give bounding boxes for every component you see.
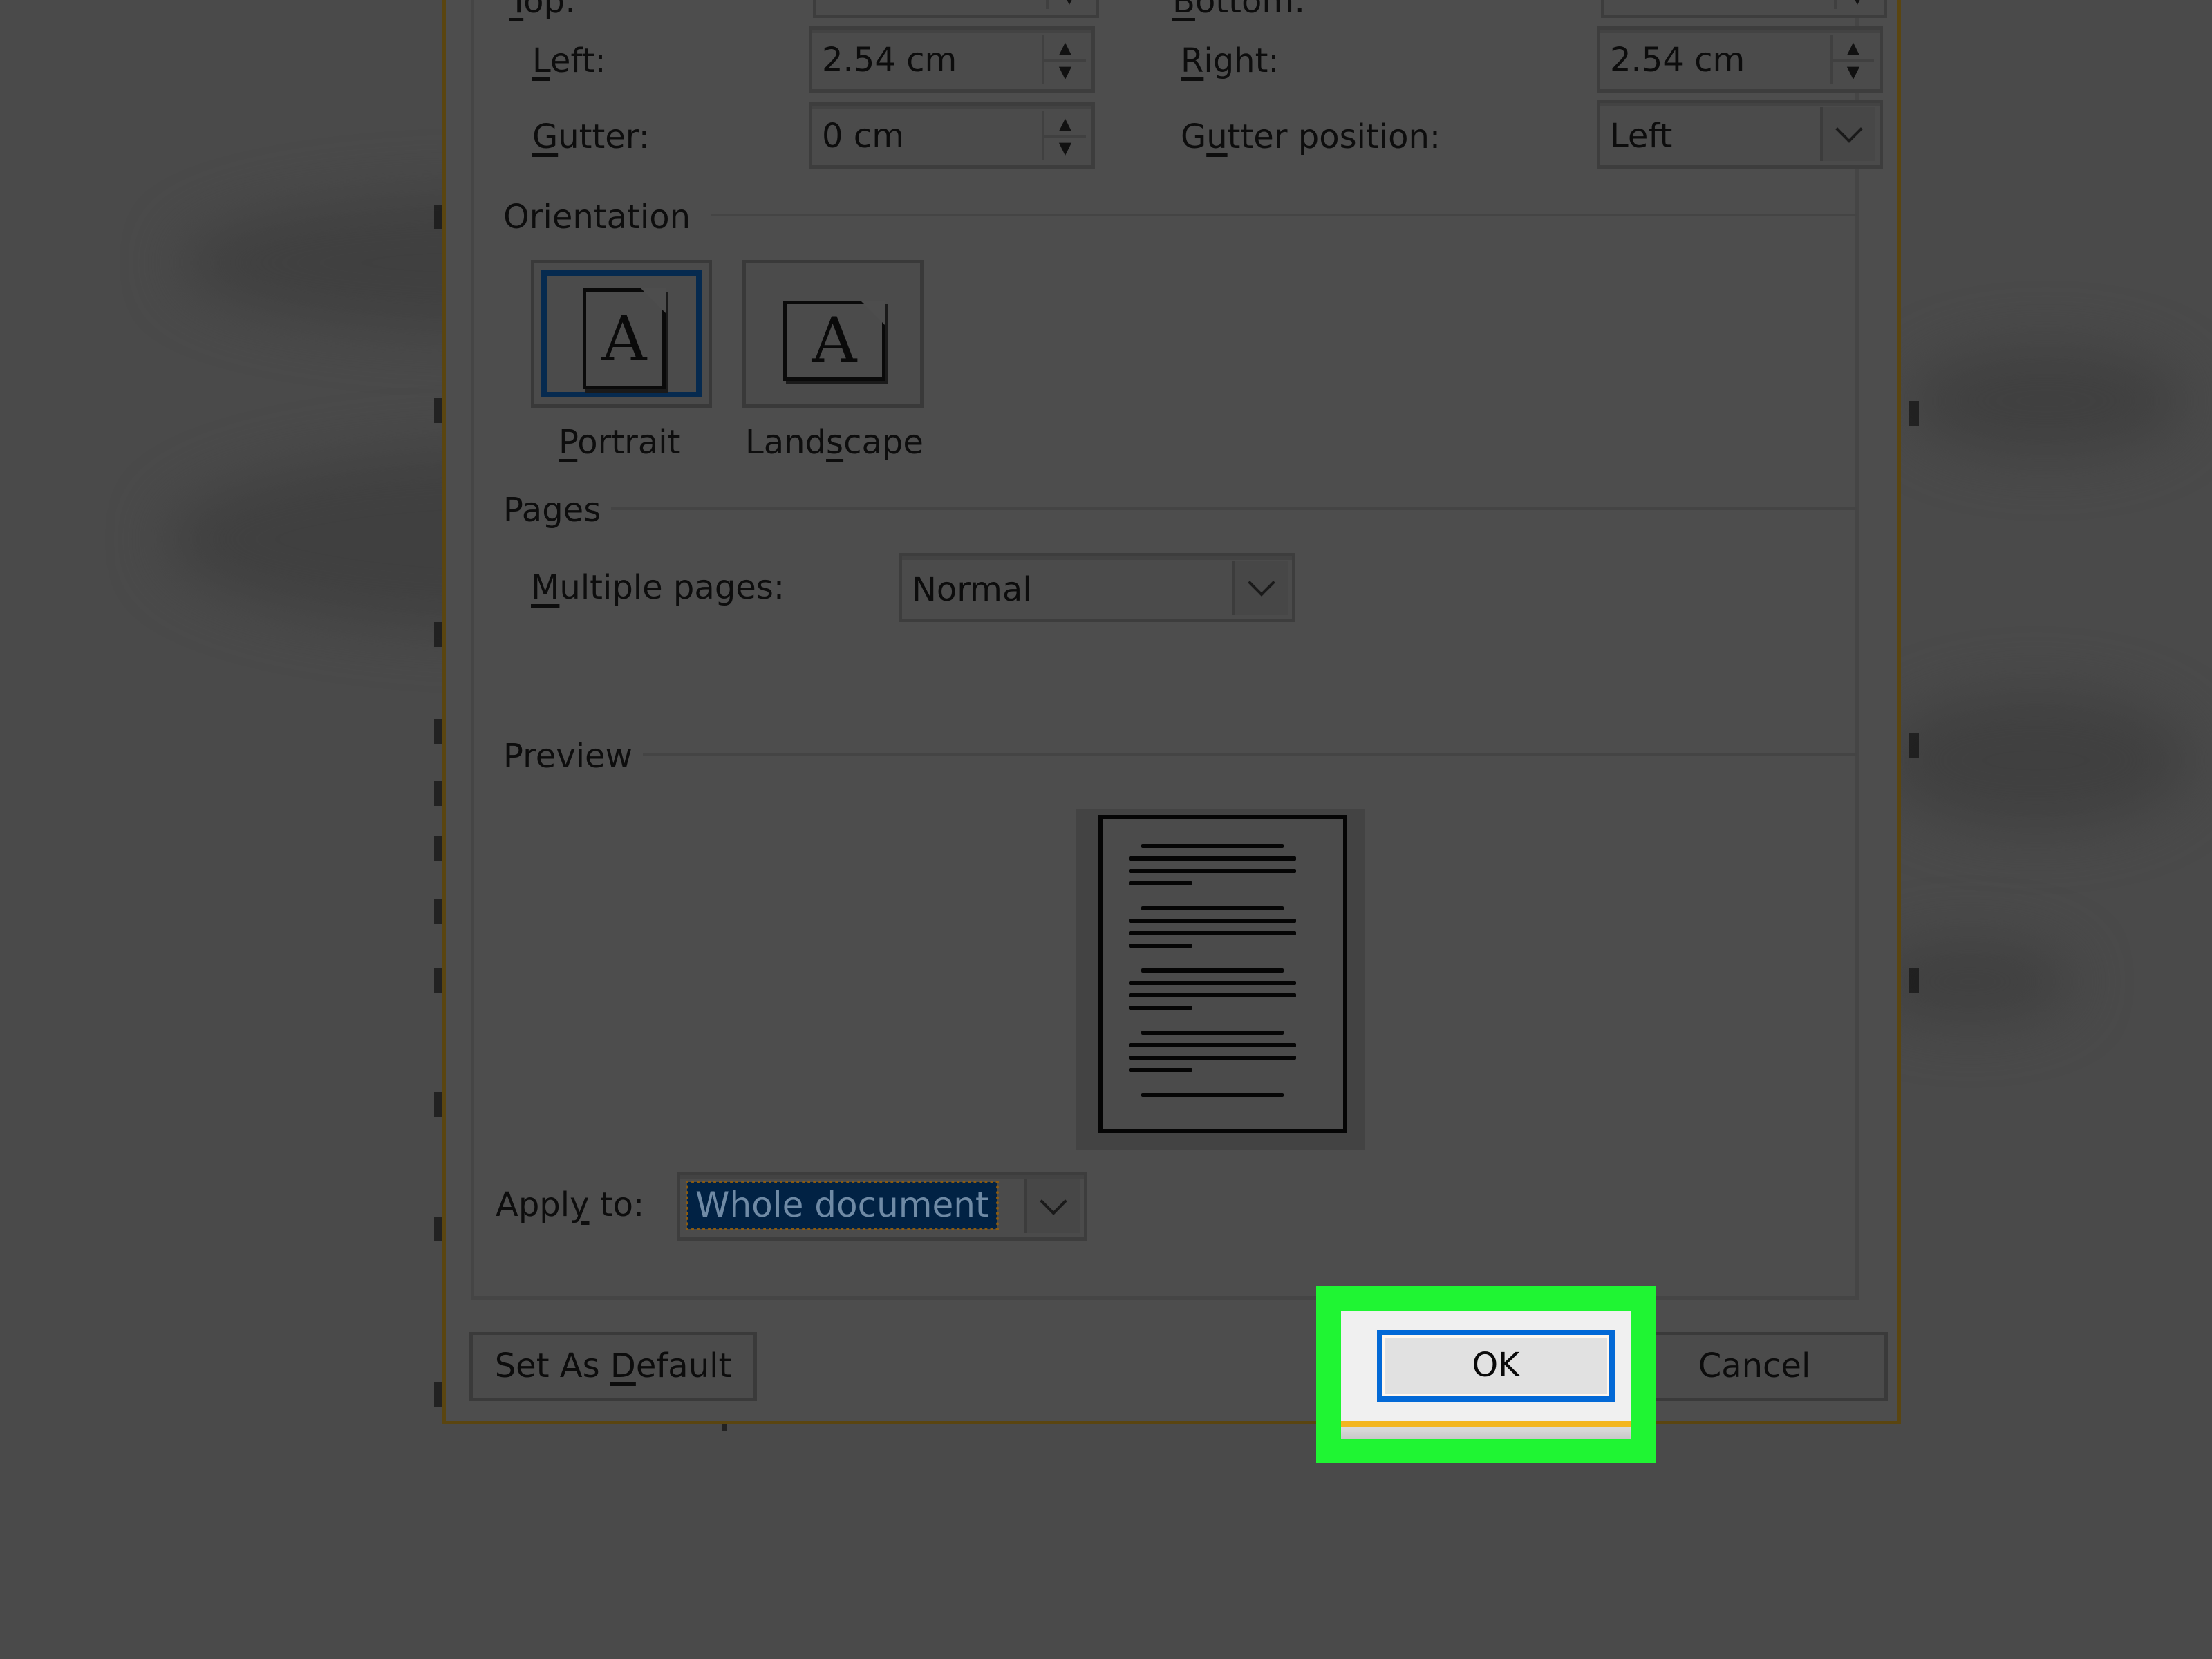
preview-text-line	[1129, 944, 1192, 948]
spin-up-icon[interactable]: ▲	[1833, 35, 1874, 62]
document-text-fragment	[1909, 401, 1919, 426]
chevron-down-icon	[1835, 115, 1863, 143]
spin-down-icon[interactable]: ▼	[1044, 135, 1086, 160]
portrait-page-icon: A	[583, 288, 666, 389]
preview-text-line	[1141, 968, 1284, 973]
apply-to-label: Apply to:	[496, 1185, 645, 1224]
landscape-page-icon: A	[783, 301, 885, 381]
multiple-pages-label: Multiple pages:	[531, 568, 785, 607]
ok-button[interactable]: OK	[1377, 1330, 1615, 1402]
bottom-margin-label: Bottom:	[1172, 0, 1306, 21]
left-margin-label: Left:	[532, 41, 606, 80]
top-margin-label: Top:	[509, 0, 577, 21]
multiple-pages-dropdown-button[interactable]	[1232, 561, 1288, 615]
spin-down-icon[interactable]: ▼	[1044, 59, 1086, 84]
preview-text-line	[1129, 993, 1296, 997]
gutter-field[interactable]: 0 cm ▲ ▼	[809, 102, 1095, 169]
gutter-position-label: Gutter position:	[1181, 118, 1441, 156]
orientation-section-title: Orientation	[503, 198, 691, 236]
preview-text-line	[1129, 1043, 1296, 1047]
document-text-fragment	[1909, 733, 1919, 758]
spin-down-icon[interactable]: ▼	[1049, 0, 1090, 9]
gutter-position-dropdown[interactable]: Left	[1597, 100, 1883, 169]
page-preview	[1076, 809, 1365, 1150]
left-margin-field[interactable]: 2.54 cm ▲ ▼	[809, 26, 1095, 93]
preview-text-line	[1129, 981, 1296, 985]
preview-text-line	[1141, 844, 1284, 848]
right-margin-spinner[interactable]: ▲ ▼	[1830, 35, 1874, 84]
ok-button-spotlight: OK	[1341, 1311, 1631, 1439]
set-as-default-button[interactable]: Set As Default	[469, 1332, 757, 1401]
bottom-margin-field[interactable]: 2.54 cm ▲ ▼	[1601, 0, 1887, 18]
gutter-label: Gutter:	[532, 118, 650, 156]
page-setup-dialog: Top: 2.54 cm ▲ ▼ Bottom: 2.54 cm ▲ ▼ Lef…	[442, 0, 1901, 1424]
preview-text-line	[1129, 881, 1192, 885]
orientation-divider	[711, 214, 1857, 216]
bottom-margin-spinner[interactable]: ▲ ▼	[1834, 0, 1878, 9]
left-margin-spinner[interactable]: ▲ ▼	[1042, 35, 1086, 84]
gutter-value: 0 cm	[822, 117, 904, 156]
preview-text-line	[1141, 906, 1284, 910]
preview-text-line	[1141, 1031, 1284, 1035]
dialog-border-fragment	[1341, 1421, 1631, 1427]
top-margin-field[interactable]: 2.54 cm ▲ ▼	[813, 0, 1099, 18]
gutter-position-dropdown-button[interactable]	[1820, 107, 1875, 161]
gutter-spinner[interactable]: ▲ ▼	[1042, 111, 1086, 160]
apply-to-dropdown-button[interactable]	[1024, 1179, 1080, 1233]
bottom-margin-value: 2.54 cm	[1614, 0, 1749, 6]
chevron-down-icon	[1040, 1188, 1067, 1215]
pages-divider	[611, 507, 1857, 510]
preview-text-line	[1129, 869, 1296, 873]
document-fragment	[1341, 1427, 1631, 1439]
blurred-text-block	[1908, 346, 2184, 456]
gutter-position-value: Left	[1610, 117, 1673, 156]
preview-text-line	[1129, 1068, 1192, 1072]
spin-down-icon[interactable]: ▼	[1833, 59, 1874, 84]
pages-section-title: Pages	[503, 491, 601, 529]
preview-text-line	[1129, 856, 1296, 861]
preview-text-line	[1129, 931, 1296, 935]
preview-divider	[643, 753, 1857, 756]
preview-text-line	[1129, 1006, 1192, 1010]
spin-up-icon[interactable]: ▲	[1044, 35, 1086, 62]
preview-page-icon	[1098, 815, 1347, 1133]
left-margin-value: 2.54 cm	[822, 41, 957, 79]
top-margin-value: 2.54 cm	[826, 0, 961, 6]
right-margin-field[interactable]: 2.54 cm ▲ ▼	[1597, 26, 1883, 93]
right-margin-value: 2.54 cm	[1610, 41, 1745, 79]
spin-down-icon[interactable]: ▼	[1837, 0, 1878, 9]
right-margin-label: Right:	[1181, 41, 1280, 80]
apply-to-dropdown[interactable]: Whole document	[677, 1172, 1087, 1241]
spin-up-icon[interactable]: ▲	[1044, 111, 1086, 138]
preview-text-line	[1129, 919, 1296, 923]
portrait-button[interactable]: A	[531, 260, 712, 408]
preview-section-title: Preview	[503, 737, 632, 776]
landscape-button[interactable]: A	[742, 260, 924, 408]
multiple-pages-value: Normal	[912, 570, 1032, 609]
portrait-label[interactable]: Portrait	[559, 422, 680, 463]
document-text-fragment	[1909, 968, 1919, 993]
cancel-button[interactable]: Cancel	[1621, 1332, 1888, 1401]
preview-text-line	[1129, 1056, 1296, 1060]
blurred-text-block	[1880, 691, 2191, 830]
multiple-pages-dropdown[interactable]: Normal	[899, 553, 1295, 622]
apply-to-value: Whole document	[686, 1181, 999, 1230]
chevron-down-icon	[1248, 569, 1275, 597]
landscape-label[interactable]: Landscape	[745, 422, 924, 463]
top-margin-spinner[interactable]: ▲ ▼	[1046, 0, 1090, 9]
ok-button-highlight: OK	[1316, 1286, 1656, 1463]
preview-text-line	[1141, 1093, 1284, 1097]
